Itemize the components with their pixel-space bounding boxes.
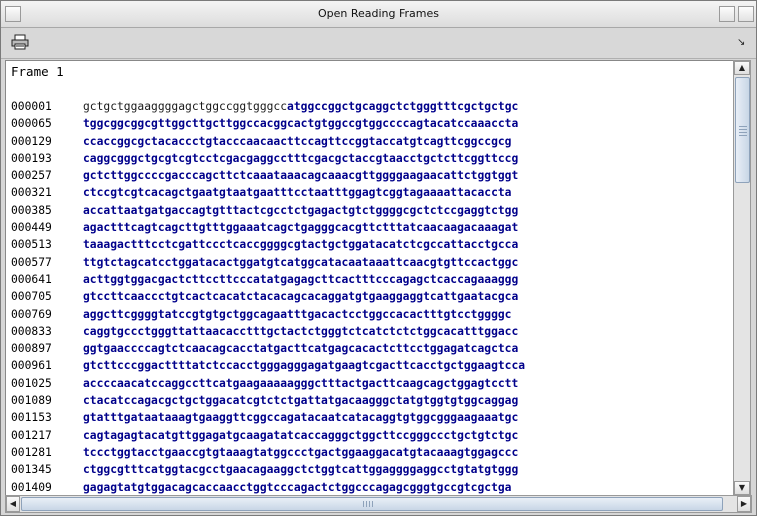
thumb-grip-line (739, 126, 747, 127)
window-title: Open Reading Frames (317, 7, 440, 20)
thumb-grip-line (739, 135, 747, 136)
sequence-row: 000001 gctgctggaaggggagctggccggtgggccatgg… (11, 98, 525, 115)
sequence-row: 001153 gtatttgataataaagtgaaggttcggccagata… (11, 409, 525, 426)
sequence-orf: gtccttcaaccctgtcactcacatctacacagcacaggat… (83, 290, 519, 304)
toolbar: ↘ (1, 28, 756, 59)
scroll-right-arrow-icon[interactable]: ▶ (737, 496, 751, 512)
sequence-rows: 000001 gctgctggaaggggagctggccggtgggccatgg… (11, 98, 525, 495)
sequence-orf: tggcggcggcgttggcttgcttggccacggcactgtggcc… (83, 117, 519, 131)
sequence-position: 000961 (11, 359, 52, 373)
sequence-orf: accccaacatccaggccttcatgaagaaaaagggctttac… (83, 376, 519, 390)
thumb-grip-line (363, 501, 364, 507)
sequence-position: 000897 (11, 342, 52, 356)
sequence-orf: ctggcgtttcatggtacgcctgaacagaaggctctggtca… (83, 463, 519, 477)
sequence-row: 000833 caggtgccctgggttattaacacctttgctactc… (11, 323, 525, 340)
sequence-noncoding: gctgctggaaggggagctggccggtgggcc (83, 100, 288, 113)
sequence-row: 000321 ctccgtcgtcacagctgaatgtaatgaatttcct… (11, 184, 525, 201)
sequence-position: 000001 (11, 100, 52, 113)
sequence-position: 000833 (11, 324, 52, 338)
sequence-orf: ctccgtcgtcacagctgaatgtaatgaatttcctaatttg… (83, 186, 512, 200)
sequence-row: 001025 accccaacatccaggccttcatgaagaaaaaggg… (11, 375, 525, 392)
sequence-row: 001281 tccctggtacctgaaccgtgtaaagtatggccct… (11, 444, 525, 461)
sequence-orf: ctacatccagacgctgctggacatcgtctctgattatgac… (83, 394, 519, 408)
thumb-grip-line (369, 501, 370, 507)
sequence-row: 000449 agactttcagtcagcttgtttggaaatcagctga… (11, 219, 525, 236)
sequence-row: 000065 tggcggcggcgttggcttgcttggccacggcact… (11, 115, 525, 132)
close-button[interactable] (738, 6, 754, 22)
sequence-orf: gagagtatgtggacagcaccaacctggtcccagactctgg… (83, 480, 512, 494)
sequence-position: 001345 (11, 463, 52, 477)
sequence-position: 000129 (11, 134, 52, 148)
sequence-position: 001025 (11, 376, 52, 390)
sequence-position: 000449 (11, 221, 52, 235)
sequence-row: 000257 gctcttggccccgacccagcttctcaaataaaca… (11, 167, 525, 184)
printer-icon[interactable] (11, 34, 29, 50)
sequence-position: 000769 (11, 307, 52, 321)
thumb-grip-line (739, 129, 747, 130)
sequence-position: 000385 (11, 203, 52, 217)
sequence-orf: atggccggctgcaggctctgggtttcgctgctgc (287, 100, 519, 113)
sequence-orf: gctcttggccccgacccagcttctcaaataaacagcaaac… (83, 169, 519, 183)
sequence-position: 000705 (11, 290, 52, 304)
sequence-row: 000513 taaagactttcctcgattccctcaccggggcgta… (11, 236, 525, 253)
sequence-position: 001089 (11, 394, 52, 408)
sequence-orf: acttggtggacgactcttccttcccatatgagagcttcac… (83, 272, 519, 286)
vertical-scrollbar[interactable]: ▲ ▼ (733, 60, 751, 496)
sequence-row: 000641 acttggtggacgactcttccttcccatatgagag… (11, 271, 525, 288)
sequence-row: 000961 gtcttcccggacttttatctccacctgggaggga… (11, 357, 525, 374)
scroll-up-arrow-icon[interactable]: ▲ (734, 61, 750, 75)
sequence-orf: cagtagagtacatgttggagatgcaagatatcaccagggc… (83, 428, 519, 442)
sequence-row: 000129 ccaccggcgctacaccctgtacccaacaacttcc… (11, 133, 525, 150)
orf-text-area[interactable]: Frame 1 000001 gctgctggaaggggagctggccggtg… (5, 60, 734, 496)
sequence-row: 000385 accattaatgatgaccagtgtttactcgcctctg… (11, 202, 525, 219)
sequence-position: 000577 (11, 255, 52, 269)
sequence-orf: aggcttcggggtatccgtgtgctggcagaatttgacactc… (83, 307, 512, 321)
sequence-position: 000193 (11, 151, 52, 165)
sequence-row: 001089 ctacatccagacgctgctggacatcgtctctgat… (11, 392, 525, 409)
sequence-row: 001409 gagagtatgtggacagcaccaacctggtcccaga… (11, 479, 525, 495)
open-reading-frames-window: Open Reading Frames ↘ Frame 1 000001 gctg… (0, 0, 757, 516)
thumb-grip-line (366, 501, 367, 507)
frame-label: Frame 1 (11, 64, 64, 79)
sequence-position: 000641 (11, 272, 52, 286)
thumb-grip-line (372, 501, 373, 507)
minimize-button[interactable] (719, 6, 735, 22)
horizontal-scroll-thumb[interactable] (21, 497, 723, 511)
sequence-orf: tccctggtacctgaaccgtgtaaagtatggccctgactgg… (83, 445, 519, 459)
sequence-orf: accattaatgatgaccagtgtttactcgcctctgagactg… (83, 203, 519, 217)
vertical-scroll-thumb[interactable] (735, 77, 750, 183)
sequence-row: 001217 cagtagagtacatgttggagatgcaagatatcac… (11, 427, 525, 444)
sequence-position: 000257 (11, 169, 52, 183)
sequence-row: 001345 ctggcgtttcatggtacgcctgaacagaaggctc… (11, 461, 525, 478)
sequence-orf: taaagactttcctcgattccctcaccggggcgtactgctg… (83, 238, 519, 252)
toolbar-corner-arrow-icon[interactable]: ↘ (737, 37, 745, 48)
sequence-row: 000705 gtccttcaaccctgtcactcacatctacacagca… (11, 288, 525, 305)
title-bar: Open Reading Frames (1, 1, 756, 28)
scroll-left-arrow-icon[interactable]: ◀ (6, 496, 20, 512)
sequence-orf: caggcgggctgcgtcgtcctcgacgaggcctttcgacgct… (83, 151, 519, 165)
sequence-position: 001217 (11, 428, 52, 442)
sequence-position: 001153 (11, 411, 52, 425)
sequence-row: 000577 ttgtctagcatcctggatacactggatgtcatgg… (11, 254, 525, 271)
sequence-position: 001281 (11, 445, 52, 459)
horizontal-scrollbar[interactable]: ◀ ▶ (5, 495, 752, 513)
sequence-row: 000769 aggcttcggggtatccgtgtgctggcagaatttg… (11, 306, 525, 323)
sequence-orf: ggtgaaccccagtctcaacagcacctatgacttcatgagc… (83, 342, 519, 356)
sequence-position: 000065 (11, 117, 52, 131)
sequence-position: 000513 (11, 238, 52, 252)
sequence-position: 001409 (11, 480, 52, 494)
sequence-orf: agactttcagtcagcttgtttggaaatcagctgagggcac… (83, 221, 519, 235)
sequence-orf: ttgtctagcatcctggatacactggatgtcatggcataca… (83, 255, 519, 269)
thumb-grip-line (739, 132, 747, 133)
sequence-position: 000321 (11, 186, 52, 200)
sequence-orf: gtcttcccggacttttatctccacctgggagggagatgaa… (83, 359, 526, 373)
sequence-row: 000897 ggtgaaccccagtctcaacagcacctatgacttc… (11, 340, 525, 357)
sequence-orf: gtatttgataataaagtgaaggttcggccagatacaatca… (83, 411, 519, 425)
scroll-down-arrow-icon[interactable]: ▼ (734, 481, 750, 495)
sequence-orf: ccaccggcgctacaccctgtacccaacaacttccagttcc… (83, 134, 512, 148)
sequence-orf: caggtgccctgggttattaacacctttgctactctgggtc… (83, 324, 519, 338)
sequence-row: 000193 caggcgggctgcgtcgtcctcgacgaggcctttc… (11, 150, 525, 167)
